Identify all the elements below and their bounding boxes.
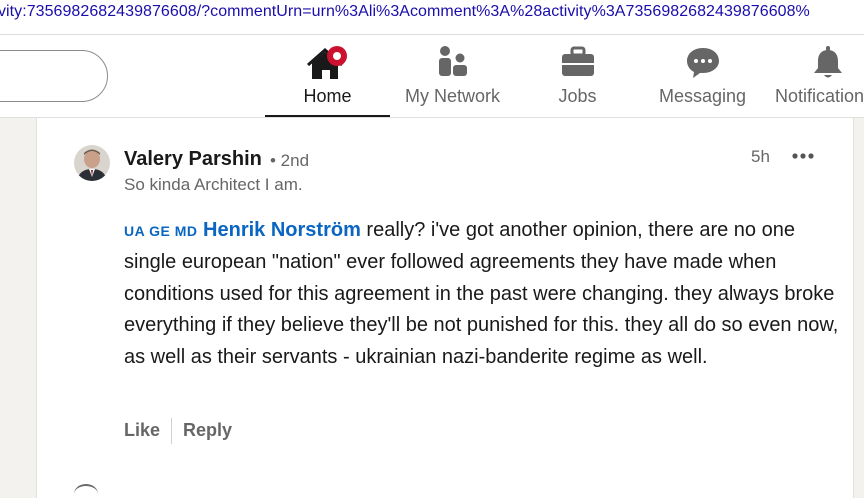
bell-icon <box>812 45 844 85</box>
active-tab-indicator <box>265 115 390 117</box>
more-options-icon[interactable] <box>790 146 818 166</box>
connection-degree: • 2nd <box>270 151 310 170</box>
like-button[interactable]: Like <box>124 420 160 441</box>
action-divider <box>171 418 172 444</box>
network-icon <box>437 45 469 83</box>
home-icon <box>304 45 352 89</box>
flag-text: UA GE MD <box>124 223 198 239</box>
nav-item-home[interactable]: Home <box>265 35 390 117</box>
nav-item-my-network[interactable]: My Network <box>390 35 515 117</box>
avatar[interactable] <box>74 145 110 181</box>
comment-body: UA GE MD Henrik Norström really? i've go… <box>124 215 839 373</box>
address-bar[interactable]: vity:7356982682439876608/?commentUrn=urn… <box>0 0 864 35</box>
nav-item-jobs[interactable]: Jobs <box>515 35 640 117</box>
address-bar-url[interactable]: vity:7356982682439876608/?commentUrn=urn… <box>0 3 810 21</box>
search-input[interactable] <box>0 50 108 102</box>
comment-text: really? i've got another opinion, there … <box>124 219 839 368</box>
nav-label-my-network: My Network <box>404 86 500 106</box>
nav-label-home: Home <box>303 86 352 106</box>
mention-link[interactable]: Henrik Norström <box>203 219 361 241</box>
reply-button[interactable]: Reply <box>183 420 232 441</box>
nav-item-messaging[interactable]: Messaging <box>640 35 765 117</box>
nav-label-jobs: Jobs <box>558 86 597 106</box>
comment-author-name[interactable]: Valery Parshin <box>124 148 262 171</box>
nav-item-notifications[interactable]: Notifications <box>765 35 864 117</box>
nav-label-messaging: Messaging <box>658 86 747 106</box>
messaging-icon <box>685 45 721 83</box>
nav-label-notifications: Notifications <box>775 86 864 106</box>
comment-timestamp: 5h <box>751 147 770 166</box>
global-nav: Home My Network Jobs Messaging Notificat… <box>0 35 864 118</box>
briefcase-icon <box>560 45 596 83</box>
author-headline: So kinda Architect I am. <box>124 175 303 194</box>
